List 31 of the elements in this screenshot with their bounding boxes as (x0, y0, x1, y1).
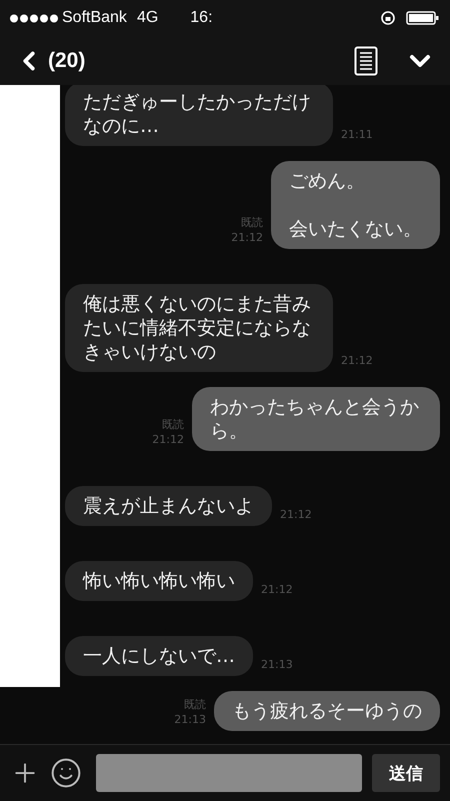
message-time: 21:12 (261, 582, 293, 597)
message-bubble: もう疲れるそーゆうの (214, 691, 440, 731)
message-time: 21:13 (261, 657, 293, 672)
battery-icon (406, 11, 440, 25)
message-bubble: 俺は悪くないのにまた昔みたいに情緒不安定にならなきゃいけないの (65, 284, 333, 372)
status-time: 16: (190, 9, 213, 27)
carrier-name: SoftBank (62, 9, 127, 27)
message-text: ごめん。 (289, 169, 366, 193)
rotation-lock-icon (380, 10, 396, 26)
send-button[interactable]: 送信 (372, 754, 440, 792)
message-bubble: わかったちゃんと会うから。 (192, 387, 440, 451)
notes-icon[interactable] (354, 46, 378, 76)
signal-icon (10, 14, 58, 22)
read-receipt: 既読 (184, 697, 206, 712)
message-bubble: 震えが止まんないよ (65, 486, 272, 526)
message-time: 21:12 (231, 230, 263, 245)
message-time: 21:13 (174, 712, 206, 727)
read-receipt: 既読 (241, 215, 263, 230)
read-receipt: 既読 (162, 417, 184, 432)
message-time: 21:12 (280, 507, 312, 522)
message-text: 会いたくない。 (289, 217, 422, 241)
message-bubble: 怖い怖い怖い怖い (65, 561, 253, 601)
emoji-icon[interactable] (50, 757, 82, 789)
message-bubble: 一人にしないで… (65, 636, 253, 676)
message-time: 21:12 (152, 432, 184, 447)
message-time: 21:11 (341, 127, 373, 142)
network-type: 4G (136, 9, 158, 27)
message-input[interactable] (96, 754, 362, 792)
message-bubble: ただぎゅーしたかっただけなのに… (65, 85, 333, 146)
unread-count[interactable]: (20) (48, 48, 86, 72)
message-time: 21:12 (341, 353, 373, 368)
